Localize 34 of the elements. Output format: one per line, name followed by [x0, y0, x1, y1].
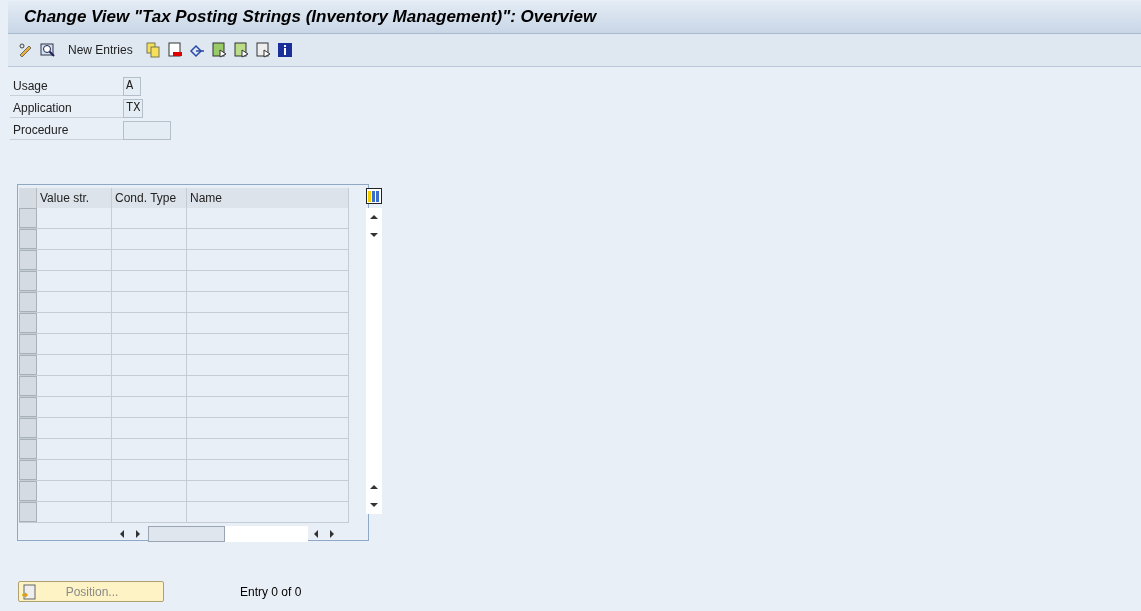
row-selector[interactable] [19, 397, 37, 417]
new-entries-button[interactable]: New Entries [62, 41, 139, 59]
input-field[interactable]: A [123, 76, 141, 96]
input-field[interactable] [123, 120, 171, 140]
column-settings-icon[interactable] [366, 188, 382, 204]
scroll-thumb[interactable] [148, 526, 225, 542]
horizontal-scrollbar[interactable] [148, 526, 308, 542]
row-selector[interactable] [19, 502, 37, 522]
select-all-cell[interactable] [19, 188, 37, 208]
row-selector[interactable] [19, 208, 37, 228]
column-header[interactable]: Name [187, 188, 349, 208]
entry-count: Entry 0 of 0 [240, 583, 302, 601]
row-selector[interactable] [19, 250, 37, 270]
row-selector[interactable] [19, 355, 37, 375]
copy-icon[interactable] [144, 42, 161, 58]
row-selector[interactable] [19, 439, 37, 459]
vertical-scrollbar[interactable] [366, 208, 382, 514]
magnifier-icon[interactable] [40, 42, 56, 58]
row-selector[interactable] [19, 376, 37, 396]
window-title: Change View "Tax Posting Strings (Inventory Management)": Overview [24, 6, 597, 29]
row-selector[interactable] [19, 229, 37, 249]
delete-row-icon[interactable] [166, 42, 183, 58]
row-selector[interactable] [19, 481, 37, 501]
row-selector[interactable] [19, 460, 37, 480]
row-selector[interactable] [19, 271, 37, 291]
row-selector[interactable] [19, 313, 37, 333]
row-selector[interactable] [19, 418, 37, 438]
column-header[interactable]: Value str. [37, 188, 112, 208]
input-field[interactable]: TX [123, 98, 144, 118]
position-icon [21, 583, 37, 600]
info-icon[interactable] [276, 42, 293, 58]
column-header[interactable]: Cond. Type [112, 188, 187, 208]
row-selector[interactable] [19, 292, 37, 312]
row-selector[interactable] [19, 334, 37, 354]
